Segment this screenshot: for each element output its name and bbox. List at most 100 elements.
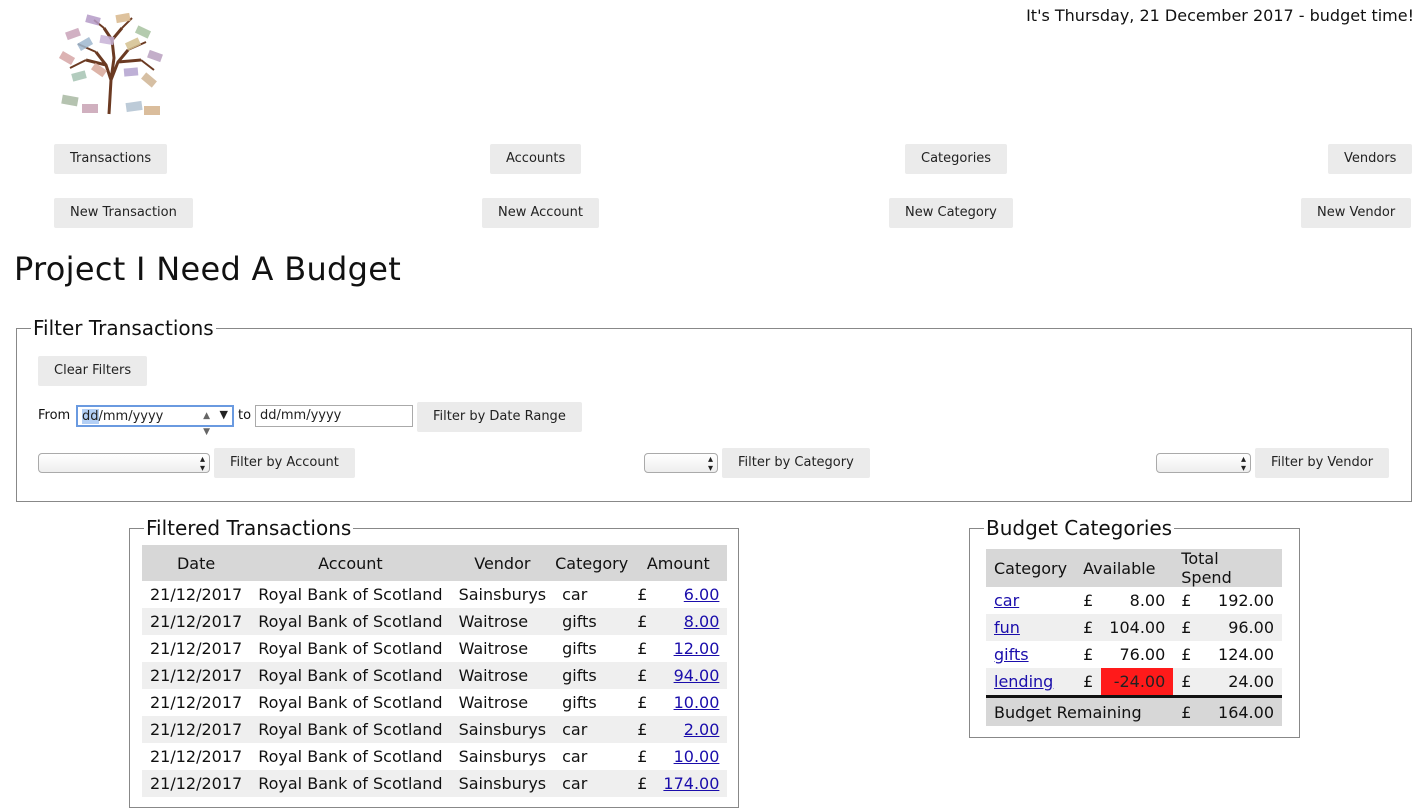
budget-remaining-row: Budget Remaining £164.00 [986, 695, 1282, 726]
amount-link[interactable]: 10.00 [674, 693, 720, 712]
col-account: Account [250, 545, 451, 581]
cell-currency: £ [1181, 591, 1192, 610]
cell-date: 21/12/2017 [150, 639, 243, 658]
nav-transactions-button[interactable]: Transactions [54, 144, 168, 174]
amount-link[interactable]: 94.00 [674, 666, 720, 685]
cell-currency: £ [1083, 591, 1094, 610]
cell-category: car [562, 747, 588, 766]
cell-currency: £ [629, 608, 656, 635]
cell-category: gifts [562, 693, 597, 712]
cell-vendor: Waitrose [450, 662, 555, 689]
category-link[interactable]: fun [994, 618, 1020, 637]
cell-account: Royal Bank of Scotland [258, 747, 443, 766]
category-link[interactable]: lending [994, 672, 1053, 691]
cell-currency: £ [637, 639, 648, 658]
table-row: gifts £76.00 £124.00 [986, 641, 1282, 668]
cell-vendor: Waitrose [458, 693, 529, 712]
cell-currency: £ [637, 585, 648, 604]
account-select[interactable]: ▴ ▾ [38, 453, 210, 474]
filter-category-button[interactable]: Filter by Category [722, 448, 870, 478]
cell-currency: £ [629, 770, 656, 797]
cell-vendor: Sainsburys [450, 770, 555, 797]
table-row: 21/12/2017 Royal Bank of Scotland Sainsbur… [142, 743, 727, 770]
vendor-select[interactable]: ▴ ▾ [1156, 453, 1251, 474]
nav-accounts-button[interactable]: Accounts [490, 144, 582, 174]
page-title: Project I Need A Budget [14, 250, 402, 288]
date-to-input[interactable]: dd/mm/yyyy [255, 405, 413, 427]
table-row: fun £104.00 £96.00 [986, 614, 1282, 641]
budget-remaining-label: Budget Remaining [986, 695, 1174, 726]
amount-link[interactable]: 12.00 [674, 639, 720, 658]
cell-account: Royal Bank of Scotland [258, 585, 443, 604]
budget-legend: Budget Categories [986, 516, 1173, 540]
amount-link[interactable]: 2.00 [684, 720, 720, 739]
cell-currency: £ [1075, 668, 1102, 697]
col-total-spend: Total Spend [1173, 549, 1282, 587]
col-amount: Amount [629, 545, 728, 581]
new-transaction-button[interactable]: New Transaction [54, 198, 193, 228]
category-select[interactable]: ▴ ▾ [644, 453, 718, 474]
cell-category: gifts [562, 639, 597, 658]
table-header-row: Date Account Vendor Category Amount [142, 545, 728, 581]
cell-category: car [554, 770, 630, 797]
cell-date: 21/12/2017 [142, 770, 251, 797]
stepper-icon[interactable]: ▲ ▼ [203, 408, 210, 440]
cell-spend: 124.00 [1218, 645, 1274, 664]
cell-vendor: Sainsburys [450, 716, 555, 743]
cell-account: Royal Bank of Scotland [258, 639, 443, 658]
cell-date: 21/12/2017 [150, 693, 243, 712]
budget-table: Category Available Total Spend car £8.00 £… [986, 549, 1282, 726]
category-link[interactable]: car [994, 591, 1019, 610]
calendar-dropdown-icon[interactable]: ▼ [220, 407, 228, 423]
select-arrows-icon: ▴ ▾ [707, 454, 713, 474]
select-arrows-icon: ▴ ▾ [1240, 454, 1246, 474]
cell-spend: 96.00 [1202, 614, 1282, 641]
cell-account: Royal Bank of Scotland [258, 693, 443, 712]
table-row: 21/12/2017 Royal Bank of Scotland Sainsbur… [142, 770, 728, 797]
cell-spend: 192.00 [1218, 591, 1274, 610]
new-account-button[interactable]: New Account [482, 198, 599, 228]
category-link[interactable]: gifts [994, 645, 1029, 664]
new-vendor-button[interactable]: New Vendor [1301, 198, 1412, 228]
date-from-input[interactable]: dd/mm/yyyy ▲ ▼ ▼ [76, 405, 234, 437]
nav-vendors-button[interactable]: Vendors [1328, 144, 1413, 174]
cell-currency: £ [637, 693, 648, 712]
date-from-day-segment: dd [82, 409, 99, 424]
cell-account: Royal Bank of Scotland [250, 608, 451, 635]
cell-available: -24.00 [1101, 668, 1174, 697]
cell-category: car [554, 716, 630, 743]
filter-account-button[interactable]: Filter by Account [214, 448, 355, 478]
amount-link[interactable]: 8.00 [684, 612, 720, 631]
amount-link[interactable]: 6.00 [684, 585, 720, 604]
table-row: lending £ -24.00 £24.00 [986, 668, 1282, 697]
transactions-legend: Filtered Transactions [146, 516, 352, 540]
table-row: 21/12/2017 Royal Bank of Scotland Waitrose… [142, 689, 727, 716]
col-category: Category [986, 549, 1076, 587]
nav-categories-button[interactable]: Categories [905, 144, 1008, 174]
date-banner: It's Thursday, 21 December 2017 - budget… [1026, 6, 1414, 25]
amount-link[interactable]: 10.00 [674, 747, 720, 766]
cell-currency: £ [1181, 645, 1192, 664]
cell-currency: £ [1173, 614, 1203, 641]
table-row: 21/12/2017 Royal Bank of Scotland Sainsbur… [142, 581, 727, 608]
table-row: 21/12/2017 Royal Bank of Scotland Sainsbur… [142, 716, 728, 743]
cell-currency: £ [1173, 668, 1203, 697]
money-tree-icon [58, 12, 163, 115]
table-row: 21/12/2017 Royal Bank of Scotland Waitrose… [142, 662, 728, 689]
table-row: 21/12/2017 Royal Bank of Scotland Waitrose… [142, 635, 727, 662]
cell-date: 21/12/2017 [150, 585, 243, 604]
clear-filters-button[interactable]: Clear Filters [38, 356, 148, 386]
filter-legend: Filter Transactions [33, 316, 214, 340]
cell-currency: £ [1083, 645, 1094, 664]
col-category: Category [554, 545, 630, 581]
cell-date: 21/12/2017 [142, 608, 251, 635]
new-category-button[interactable]: New Category [889, 198, 1013, 228]
amount-link[interactable]: 174.00 [663, 774, 719, 793]
transactions-table: Date Account Vendor Category Amount 21/1… [142, 545, 728, 797]
cell-available: 8.00 [1129, 591, 1166, 610]
table-row: car £8.00 £192.00 [986, 587, 1282, 614]
filter-vendor-button[interactable]: Filter by Vendor [1255, 448, 1390, 478]
cell-date: 21/12/2017 [142, 662, 251, 689]
cell-currency: £ [629, 716, 656, 743]
filter-date-range-button[interactable]: Filter by Date Range [417, 402, 582, 432]
